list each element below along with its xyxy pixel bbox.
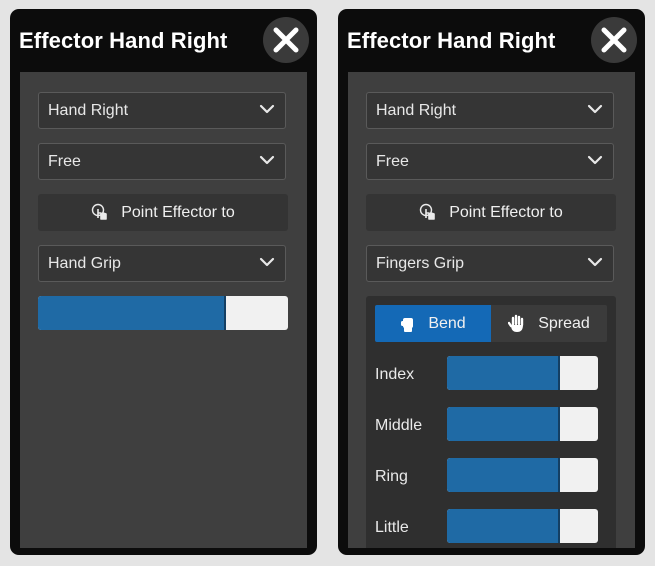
mode-dropdown[interactable]: Free (38, 143, 286, 180)
point-effector-label: Point Effector to (449, 203, 563, 221)
panel-header: Effector Hand Right (10, 9, 317, 72)
little-slider[interactable] (447, 509, 598, 543)
dropdown-value: Free (376, 153, 409, 170)
close-icon (601, 27, 627, 53)
panel-body: Hand Right Free Point Effector to Hand G… (20, 72, 307, 548)
chevron-down-icon (259, 257, 275, 267)
slider-fill (447, 407, 561, 441)
middle-slider[interactable] (447, 407, 598, 441)
ring-slider[interactable] (447, 458, 598, 492)
finger-label-little: Little (375, 519, 409, 536)
dropdown-value: Fingers Grip (376, 255, 465, 272)
panel-body: Hand Right Free Point Effector to Finger… (348, 72, 635, 548)
bend-tab[interactable]: Bend (375, 305, 491, 342)
effector-dropdown[interactable]: Hand Right (366, 92, 614, 129)
dropdown-value: Hand Grip (48, 255, 121, 272)
fist-icon (401, 317, 414, 332)
hand-pointer-icon (92, 203, 108, 220)
spread-label: Spread (538, 314, 590, 332)
grip-mode-toggle: Bend Spread (375, 305, 607, 342)
slider-fill (447, 509, 561, 543)
point-effector-button[interactable]: Point Effector to (38, 194, 288, 231)
dropdown-value: Hand Right (376, 102, 457, 119)
panel-header: Effector Hand Right (338, 9, 645, 72)
finger-label-index: Index (375, 366, 415, 383)
chevron-down-icon (587, 257, 603, 267)
slider-fill (447, 458, 561, 492)
slider-fill (38, 296, 226, 330)
hand-grip-slider[interactable] (38, 296, 288, 330)
finger-label-middle: Middle (375, 417, 423, 434)
close-button[interactable] (591, 17, 637, 63)
effector-panel-right: Effector Hand Right Hand Right Free Poin (338, 9, 645, 555)
mode-dropdown[interactable]: Free (366, 143, 614, 180)
chevron-down-icon (259, 104, 275, 114)
grip-dropdown[interactable]: Hand Grip (38, 245, 286, 282)
finger-label-ring: Ring (375, 468, 408, 485)
dropdown-value: Free (48, 153, 81, 170)
grip-dropdown[interactable]: Fingers Grip (366, 245, 614, 282)
point-effector-label: Point Effector to (121, 203, 235, 221)
chevron-down-icon (587, 155, 603, 165)
panel-title: Effector Hand Right (19, 28, 228, 53)
dropdown-value: Hand Right (48, 102, 129, 119)
bend-label: Bend (428, 314, 466, 332)
close-button[interactable] (263, 17, 309, 63)
slider-fill (447, 356, 561, 390)
fingers-grip-box: Bend Spread Index Middle Ring Little (366, 296, 616, 548)
panel-title: Effector Hand Right (347, 28, 556, 53)
chevron-down-icon (259, 155, 275, 165)
effector-dropdown[interactable]: Hand Right (38, 92, 286, 129)
chevron-down-icon (587, 104, 603, 114)
point-effector-button[interactable]: Point Effector to (366, 194, 616, 231)
close-icon (273, 27, 299, 53)
open-hand-icon (508, 314, 524, 332)
spread-tab[interactable]: Spread (491, 305, 607, 342)
index-slider[interactable] (447, 356, 598, 390)
hand-pointer-icon (420, 203, 436, 220)
effector-panel-left: Effector Hand Right Hand Right Free Poin (10, 9, 317, 555)
